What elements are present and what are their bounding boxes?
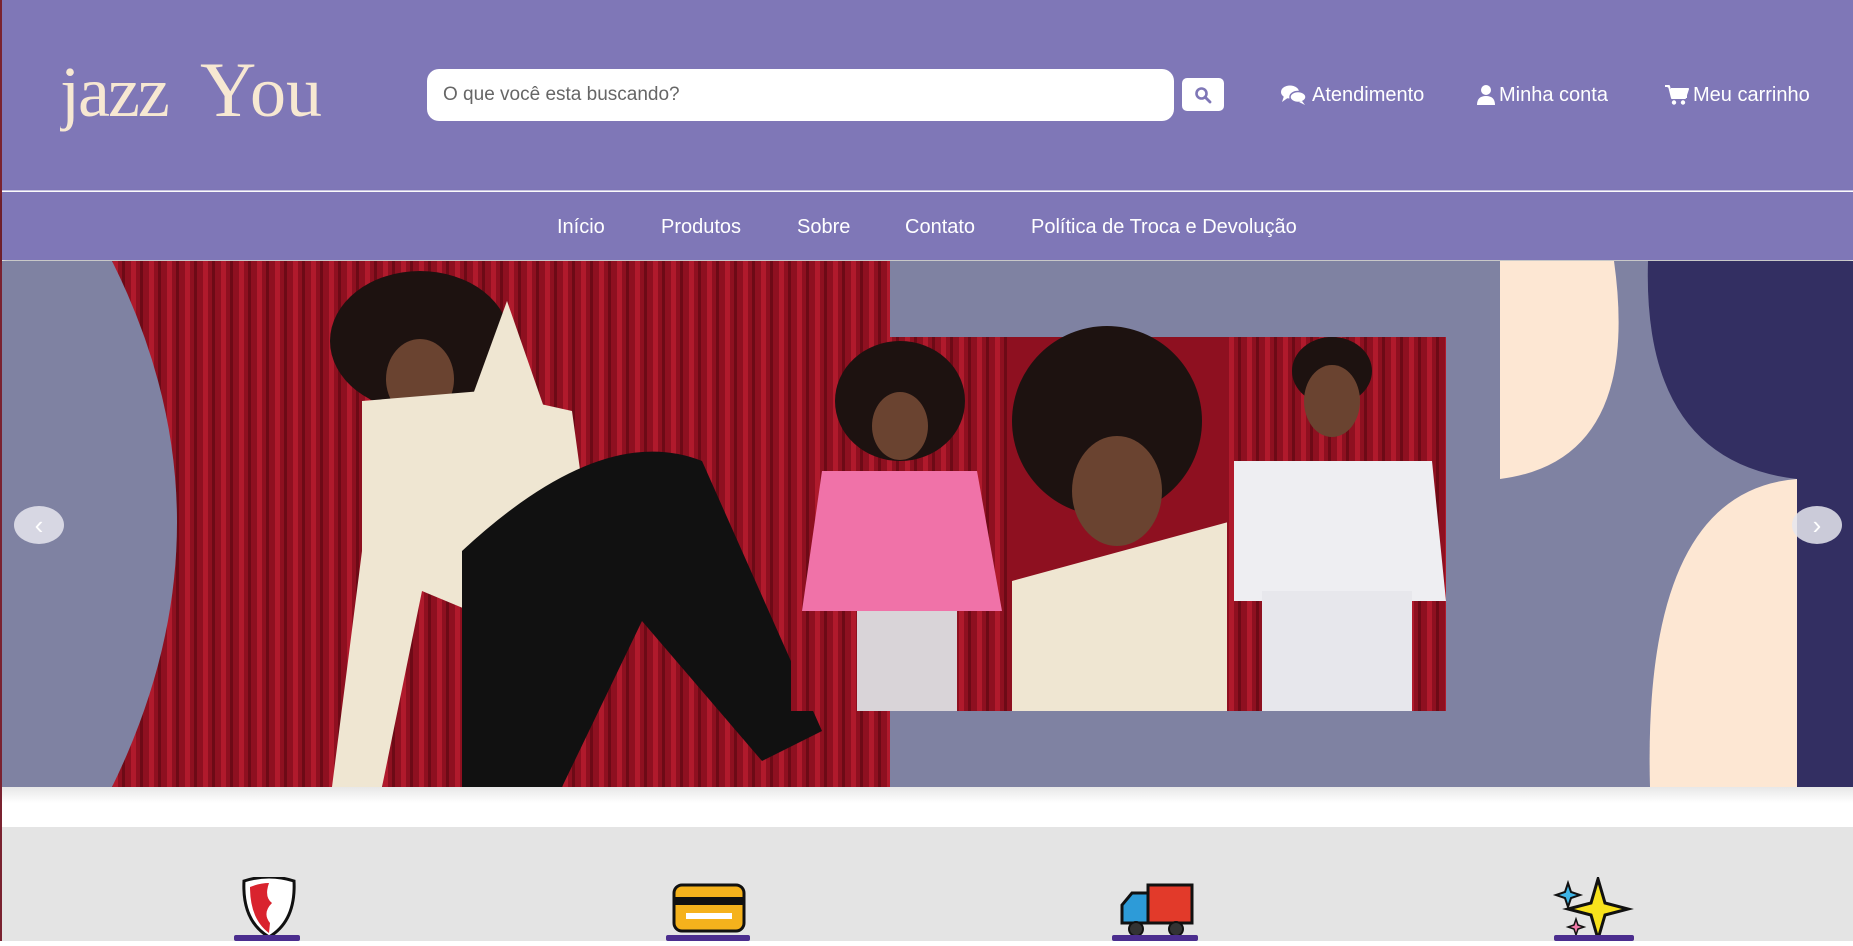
nav-item-politica-troca[interactable]: Política de Troca e Devolução	[1031, 216, 1297, 239]
cart-icon	[1665, 85, 1689, 105]
svg-text:ou: ou	[250, 52, 322, 132]
site-header: jazz Y ou Atendimento Minha conta	[2, 0, 1853, 191]
carousel-prev-button[interactable]: ‹	[14, 506, 64, 544]
search-icon	[1195, 86, 1212, 103]
minha-conta-label: Minha conta	[1499, 83, 1608, 106]
nav-item-sobre[interactable]: Sobre	[797, 216, 850, 239]
feature-delivery	[1112, 877, 1202, 941]
hero-carousel: ‹ ›	[2, 261, 1853, 787]
atendimento-link[interactable]: Atendimento	[1280, 80, 1424, 110]
main-nav: Início Produtos Sobre Contato Política d…	[2, 192, 1853, 260]
nav-item-produtos[interactable]: Produtos	[661, 216, 741, 239]
nav-item-inicio[interactable]: Início	[557, 216, 605, 239]
feature-security	[224, 875, 314, 941]
feature-quality	[1550, 873, 1640, 945]
feature-payment	[664, 877, 754, 941]
svg-text:jazz: jazz	[60, 52, 168, 132]
svg-text:Y: Y	[200, 46, 256, 133]
atendimento-label: Atendimento	[1312, 83, 1425, 106]
nav-item-contato[interactable]: Contato	[905, 216, 975, 239]
hero-banner-image	[2, 261, 1853, 787]
features-strip	[2, 827, 1853, 945]
user-icon	[1477, 85, 1495, 105]
jazzyou-logo[interactable]: jazz Y ou	[60, 46, 360, 138]
delivery-truck-icon	[1120, 883, 1194, 937]
section-divider	[2, 787, 1853, 827]
chevron-left-icon: ‹	[34, 509, 44, 540]
chat-icon	[1281, 85, 1307, 105]
credit-card-icon	[672, 883, 746, 933]
carousel-next-button[interactable]: ›	[1792, 506, 1842, 544]
minha-conta-link[interactable]: Minha conta	[1477, 80, 1608, 110]
sparkles-icon	[1552, 873, 1634, 945]
search-button[interactable]	[1182, 78, 1224, 111]
meu-carrinho-label: Meu carrinho	[1693, 83, 1810, 106]
chevron-right-icon: ›	[1812, 509, 1822, 540]
meu-carrinho-link[interactable]: Meu carrinho	[1665, 80, 1810, 110]
shield-icon	[242, 875, 296, 939]
search-input[interactable]	[427, 69, 1174, 121]
